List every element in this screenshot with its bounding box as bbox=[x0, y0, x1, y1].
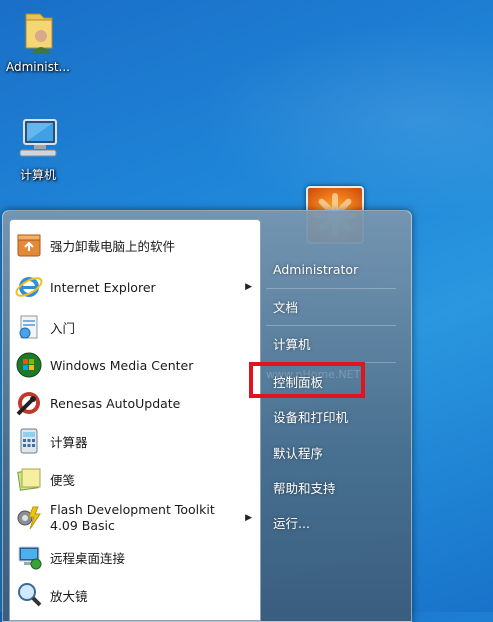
program-item-magnifier[interactable]: 放大镜 bbox=[14, 578, 258, 612]
renesas-update-icon bbox=[14, 388, 44, 418]
place-item-computer[interactable]: 计算机 bbox=[273, 334, 311, 353]
program-label: 远程桌面连接 bbox=[50, 550, 126, 566]
program-label: 便笺 bbox=[50, 472, 76, 488]
highlight-box bbox=[249, 362, 365, 398]
program-label: Renesas AutoUpdate bbox=[50, 395, 181, 411]
program-label: 强力卸载电脑上的软件 bbox=[50, 238, 176, 254]
flash-toolkit-icon bbox=[14, 503, 44, 533]
program-item-sticky-notes[interactable]: 便笺 bbox=[14, 462, 258, 496]
program-item-internet-explorer[interactable]: Internet Explorer ▶ bbox=[14, 270, 258, 304]
program-label-line1: Flash Development Toolkit bbox=[50, 502, 215, 517]
program-label: Flash Development Toolkit 4.09 Basic bbox=[50, 502, 215, 534]
place-item-administrator[interactable]: Administrator bbox=[273, 262, 358, 277]
program-item-remote-desktop[interactable]: 远程桌面连接 bbox=[14, 540, 258, 574]
submenu-arrow-icon: ▶ bbox=[245, 513, 252, 523]
calculator-icon bbox=[14, 426, 44, 456]
place-item-default-programs[interactable]: 默认程序 bbox=[273, 443, 323, 462]
program-item-media-center[interactable]: Windows Media Center bbox=[14, 348, 258, 382]
desktop-icon-administrator[interactable]: Administ... bbox=[0, 8, 78, 74]
separator bbox=[266, 288, 396, 289]
remote-desktop-icon bbox=[14, 542, 44, 572]
program-label-line2: 4.09 Basic bbox=[50, 518, 115, 533]
program-label: 计算器 bbox=[50, 434, 88, 450]
desktop-icon-computer[interactable]: 计算机 bbox=[0, 114, 78, 183]
program-item-uninstaller[interactable]: 强力卸载电脑上的软件 bbox=[14, 228, 258, 262]
place-item-run[interactable]: 运行... bbox=[273, 513, 310, 532]
desktop-icon-label: Administ... bbox=[6, 60, 70, 74]
program-item-flash-development-toolkit[interactable]: Flash Development Toolkit 4.09 Basic ▶ bbox=[14, 498, 258, 538]
program-item-renesas-autoupdate[interactable]: Renesas AutoUpdate bbox=[14, 386, 258, 420]
submenu-arrow-icon: ▶ bbox=[245, 282, 252, 292]
place-item-help-and-support[interactable]: 帮助和支持 bbox=[273, 478, 336, 497]
program-item-getting-started[interactable]: 入门 bbox=[14, 310, 258, 344]
uninstall-icon bbox=[14, 230, 44, 260]
program-label: Internet Explorer bbox=[50, 279, 156, 295]
program-label: 入门 bbox=[50, 320, 76, 336]
program-label: Windows Media Center bbox=[50, 357, 194, 373]
program-item-calculator[interactable]: 计算器 bbox=[14, 424, 258, 458]
sticky-notes-icon bbox=[14, 464, 44, 494]
user-folder-icon bbox=[14, 8, 62, 56]
getting-started-icon bbox=[14, 312, 44, 342]
desktop-icon-label: 计算机 bbox=[19, 168, 56, 182]
programs-list: 强力卸载电脑上的软件 Internet Explorer ▶ 入门 Window… bbox=[9, 219, 261, 621]
internet-explorer-icon bbox=[14, 272, 44, 302]
program-label: 放大镜 bbox=[50, 588, 88, 604]
place-item-devices-and-printers[interactable]: 设备和打印机 bbox=[273, 407, 348, 426]
computer-icon bbox=[14, 114, 62, 162]
separator bbox=[266, 325, 396, 326]
media-center-icon bbox=[14, 350, 44, 380]
place-item-documents[interactable]: 文档 bbox=[273, 297, 298, 316]
magnifier-icon bbox=[14, 580, 44, 610]
